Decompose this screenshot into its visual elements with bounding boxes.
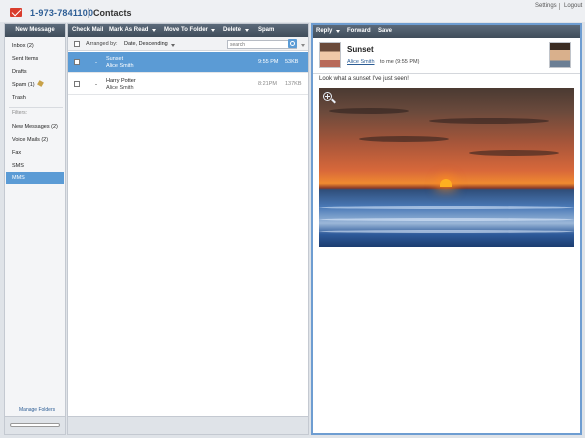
filter-sms[interactable]: SMS [6,160,64,172]
message-time: 8:21PM [258,81,277,87]
wave [319,206,574,209]
reading-pane: Reply Forward Save Sunset Alice Smith to… [311,23,582,435]
chevron-down-icon[interactable] [245,29,249,32]
sidebar-resize-slider[interactable] [10,423,60,427]
folder-drafts[interactable]: Drafts [6,66,64,78]
folder-trash[interactable]: Trash [6,92,64,104]
folder-inbox[interactable]: Inbox (2) [6,40,64,52]
delete-button[interactable]: Delete [223,27,241,33]
header-divider [88,8,89,18]
recipient-info: to me (9:55 PM) [380,59,420,65]
filter-fax[interactable]: Fax [6,147,64,159]
sunset-photo[interactable] [319,88,574,247]
filter-label: SMS [12,163,24,169]
chevron-down-icon[interactable] [211,29,215,32]
wave [319,230,574,233]
cloud [429,118,549,124]
sort-bar: Arranged by: Date, Descending [68,37,308,51]
filter-label: MMS [12,175,25,181]
filter-voice-mails[interactable]: Voice Mails (2) [6,134,64,146]
chevron-down-icon[interactable] [171,44,175,47]
sort-order-dropdown[interactable]: Date, Descending [124,41,168,47]
filter-label: Voice Mails (2) [12,137,49,143]
cloud [329,108,409,114]
message-subject: Harry Potter [106,78,136,84]
phone-number: 1-973-7841100 [30,8,94,18]
zoom-in-icon[interactable] [323,92,336,104]
reading-pane-toolbar: Reply Forward Save [313,25,580,38]
message-list-footer [68,416,308,434]
chevron-down-icon[interactable] [301,44,305,47]
recipient-avatar [549,42,571,68]
reply-button[interactable]: Reply [316,28,332,34]
message-header: Sunset Alice Smith to me (9:55 PM) [313,38,580,74]
new-message-button[interactable]: New Message [5,24,65,37]
sidebar-divider [9,107,63,108]
filter-label: Fax [12,150,22,156]
message-time: 9:55 PM [258,59,279,65]
search-input[interactable] [227,40,297,49]
filters-heading: Filters: [12,110,27,116]
unread-dot-icon: - [95,82,97,88]
sender-avatar [319,42,341,68]
sidebar-footer [5,416,65,434]
mark-as-read-button[interactable]: Mark As Read [109,27,148,33]
folder-label: Sent Items [12,56,39,62]
sun [440,179,452,187]
message-subject: Sunset [106,56,124,62]
message-body: Look what a sunset I've just seen! [319,76,409,82]
folder-sent-items[interactable]: Sent Items [6,53,64,65]
message-checkbox[interactable] [74,81,80,87]
top-bar: 1-973-7841100 Contacts Settings Logout [0,0,585,22]
search-icon[interactable] [288,39,297,48]
logout-link[interactable]: Logout [564,3,582,9]
manage-folders-link[interactable]: Manage Folders [19,407,55,413]
sender-link[interactable]: Alice Smith [347,59,375,65]
message-sender: Alice Smith [106,85,134,91]
message-row[interactable]: - Sunset Alice Smith 9:55 PM 53KB [68,52,308,73]
settings-link[interactable]: Settings [535,3,557,9]
message-size: 53KB [285,59,299,65]
cloud [359,136,449,142]
forward-button[interactable]: Forward [347,28,371,34]
message-title: Sunset [347,45,374,54]
message-row[interactable]: - Harry Potter Alice Smith 8:21PM 137KB [68,74,308,95]
folder-spam[interactable]: Spam (1) [6,79,64,91]
zoom-handle [331,98,336,104]
select-all-checkbox[interactable] [74,41,80,47]
folder-label: Inbox (2) [12,43,34,49]
filter-new-messages[interactable]: New Messages (2) [6,121,64,133]
message-checkbox[interactable] [74,59,80,65]
zoom-plus [327,94,328,99]
spam-button[interactable]: Spam [258,27,274,33]
move-to-folder-button[interactable]: Move To Folder [164,27,208,33]
chevron-down-icon[interactable] [336,30,340,33]
save-button[interactable]: Save [378,28,392,34]
contacts-link[interactable]: Contacts [93,8,132,18]
folder-label: Spam (1) [12,82,35,88]
folder-label: Trash [12,95,26,101]
unread-dot-icon: - [95,60,97,66]
message-list-toolbar: Check Mail Mark As Read Move To Folder D… [68,24,308,37]
folder-label: Drafts [12,69,27,75]
filter-label: New Messages (2) [12,124,58,130]
envelope-logo-icon [10,8,22,17]
cloud [469,150,559,156]
top-link-divider [559,3,560,10]
message-sender: Alice Smith [106,63,134,69]
broom-icon[interactable] [36,80,44,87]
folder-sidebar: New Message Inbox (2) Sent Items Drafts … [4,23,66,435]
check-mail-button[interactable]: Check Mail [72,27,103,33]
arranged-by-label: Arranged by: [86,41,118,47]
chevron-down-icon[interactable] [152,29,156,32]
message-list-panel: Check Mail Mark As Read Move To Folder D… [67,23,309,435]
wave [319,218,574,221]
message-size: 137KB [285,81,302,87]
filter-mms[interactable]: MMS [6,172,64,184]
